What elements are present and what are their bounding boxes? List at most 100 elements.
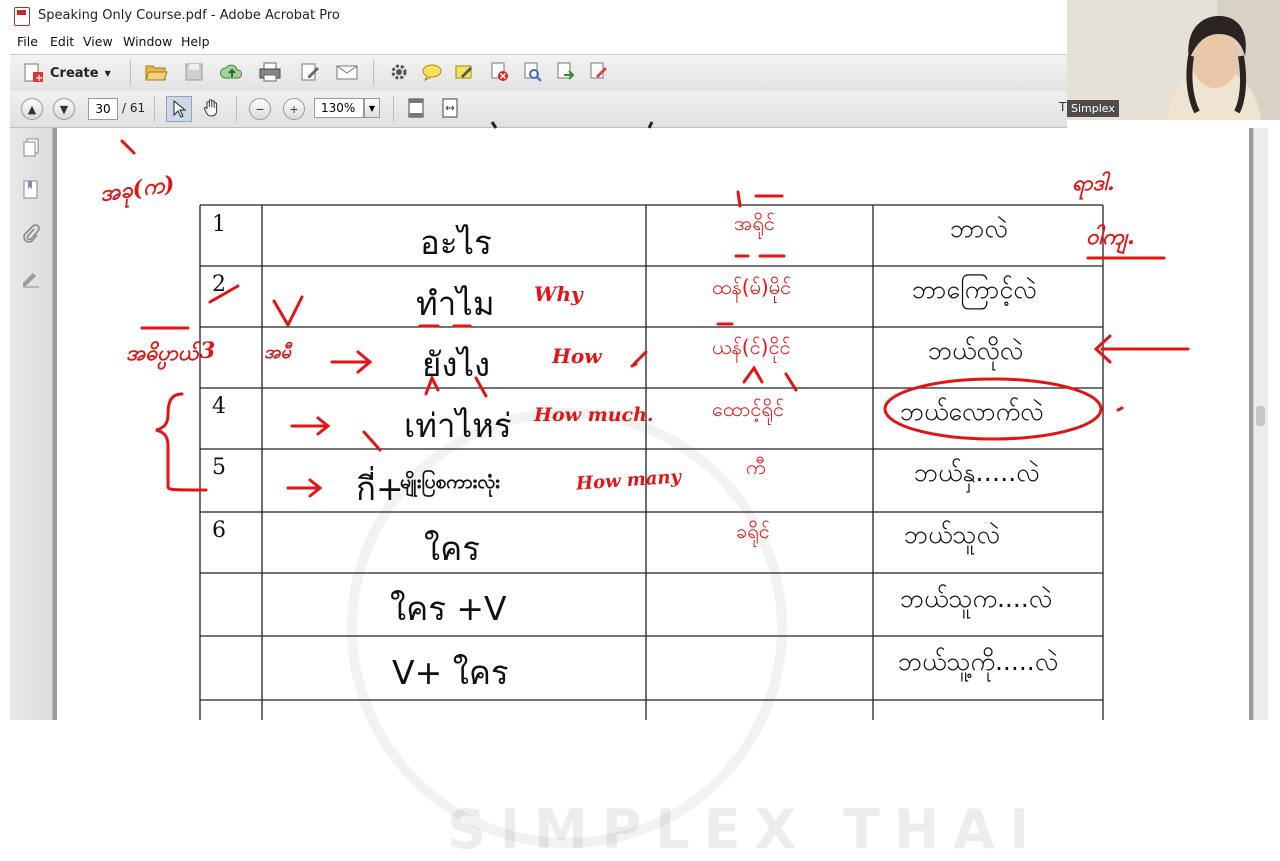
zoom-level-input[interactable]: 130% — [314, 98, 364, 118]
chevron-down-icon: ▼ — [368, 103, 376, 113]
annotation: How much. — [534, 404, 654, 426]
thai-word: V+ ใคร — [392, 653, 509, 692]
pronunciation: ခရိုင် — [736, 519, 770, 543]
annotation: အမီ — [264, 342, 291, 363]
select-tool-button[interactable] — [166, 96, 192, 122]
fit-width-icon — [442, 98, 458, 118]
toolbar-divider — [373, 60, 374, 86]
hand-tool-button[interactable] — [200, 96, 224, 120]
annotation: အဓိပ္ပာယ် — [126, 340, 199, 365]
row-number: 5 — [212, 455, 226, 480]
minus-icon: − — [249, 98, 271, 120]
menu-view[interactable]: View — [83, 34, 113, 49]
menu-bar: File Edit View Window Help — [0, 32, 1067, 52]
signature-icon[interactable] — [19, 266, 43, 290]
arrow-down-icon: ▼ — [53, 98, 75, 120]
menu-help[interactable]: Help — [181, 34, 210, 49]
annotation: ဝါကျ. — [1086, 224, 1135, 250]
pronunciation: ထန်(မ်)မိုင် — [712, 275, 792, 299]
edit-icon[interactable] — [298, 60, 322, 84]
fit-page-button[interactable] — [404, 96, 428, 120]
create-icon: + — [24, 63, 43, 84]
hand-icon — [204, 99, 218, 117]
row-number: 6 — [212, 518, 226, 543]
main-toolbar: + Create ▼ — [10, 54, 1067, 92]
pronunciation: ယန်(င်)ငိုင် — [712, 335, 791, 359]
sign-icon[interactable] — [586, 60, 610, 84]
bookmark-icon[interactable] — [19, 178, 43, 202]
pronunciation: အရိုင် — [734, 211, 775, 235]
document-viewport[interactable]: SIMPLEX THAI — [53, 128, 1260, 861]
page-number-input[interactable]: 30 — [88, 98, 118, 120]
window-title: Speaking Only Course.pdf - Adobe Acrobat… — [38, 8, 340, 23]
myanmar-translation: ဘယ်သူလဲ — [904, 520, 1000, 549]
menu-file[interactable]: File — [17, 34, 38, 49]
thai-word: ยังไง — [422, 345, 491, 384]
myanmar-translation: ဘယ်သူ့ကို.....လဲ — [898, 647, 1059, 676]
find-icon[interactable] — [520, 60, 544, 84]
zoom-in-button[interactable]: + — [282, 97, 306, 121]
row-number: 2 — [212, 272, 226, 297]
myanmar-translation: ဘာလဲ — [950, 214, 1008, 243]
upload-icon[interactable] — [220, 60, 244, 84]
fit-page-icon — [408, 98, 424, 118]
svg-text:+: + — [35, 73, 43, 84]
export-icon[interactable] — [553, 60, 577, 84]
print-icon[interactable] — [258, 60, 282, 84]
gear-icon[interactable] — [387, 60, 411, 84]
row-number: 4 — [212, 394, 226, 419]
next-page-button[interactable]: ▼ — [52, 97, 76, 121]
vertical-scrollbar[interactable] — [1253, 128, 1268, 720]
navigation-toolbar: ▲ ▼ 30 / 61 − + 130% ▼ — [10, 91, 1067, 128]
cropped-text: T — [1059, 100, 1067, 114]
fit-width-button[interactable] — [438, 96, 462, 120]
arrow-up-icon: ▲ — [21, 98, 43, 120]
menu-edit[interactable]: Edit — [50, 34, 74, 49]
email-icon[interactable] — [335, 60, 359, 84]
create-button[interactable]: + Create ▼ — [22, 61, 111, 85]
acrobat-icon — [14, 7, 30, 26]
toolbar-divider — [393, 96, 394, 122]
zoom-dropdown-button[interactable]: ▼ — [364, 98, 380, 118]
annotation: How — [552, 344, 602, 368]
navigation-panel — [10, 128, 53, 720]
delete-icon[interactable] — [487, 60, 511, 84]
scrollbar-thumb[interactable] — [1256, 406, 1265, 426]
menu-window[interactable]: Window — [123, 34, 172, 49]
thai-word: เท่าไหร่ — [404, 406, 512, 445]
thai-word: ใคร — [424, 529, 480, 568]
thai-word-suffix: မျိုးပြစကားလုံး — [400, 471, 500, 493]
highlight-icon[interactable] — [452, 60, 476, 84]
watermark-text: SIMPLEX THAI — [447, 798, 1043, 861]
pronunciation: ထောင့်ရိုင် — [712, 397, 785, 421]
annotation: Why — [534, 282, 583, 306]
plus-icon: + — [283, 98, 305, 120]
previous-page-button[interactable]: ▲ — [20, 97, 44, 121]
page-thumbnails-icon[interactable] — [19, 136, 43, 160]
attachment-icon[interactable] — [19, 222, 43, 246]
pronunciation: ကီ — [746, 455, 766, 479]
title-bar: Speaking Only Course.pdf - Adobe Acrobat… — [0, 0, 1067, 33]
zoom-out-button[interactable]: − — [248, 97, 272, 121]
cursor-icon — [173, 100, 187, 118]
thai-word: อะไร — [420, 223, 492, 262]
myanmar-translation: ဘယ်နှ…..လဲ — [914, 458, 1040, 487]
toolbar-divider — [130, 60, 131, 86]
annotation: 3 — [200, 338, 216, 364]
chevron-down-icon: ▼ — [104, 68, 111, 78]
page-total: / 61 — [122, 101, 146, 115]
toolbar-divider — [236, 96, 237, 122]
toolbar-divider — [154, 96, 155, 122]
thai-word: ใคร +V — [390, 589, 507, 628]
participant-name: Simplex — [1067, 100, 1119, 117]
save-icon[interactable] — [182, 60, 206, 84]
thai-word: กี่+ — [356, 469, 404, 508]
comment-icon[interactable] — [420, 60, 444, 84]
myanmar-translation: ဘယ်လိုလဲ — [928, 336, 1024, 365]
thai-word: ทำไม — [416, 284, 495, 323]
create-label: Create — [50, 65, 99, 81]
myanmar-translation: ဘယ်သူက....လဲ — [900, 584, 1053, 613]
open-icon[interactable] — [144, 60, 168, 84]
myanmar-translation: ဘယ်လောက်လဲ — [900, 397, 1044, 426]
annotation: ရာဒါ. — [1072, 170, 1115, 195]
